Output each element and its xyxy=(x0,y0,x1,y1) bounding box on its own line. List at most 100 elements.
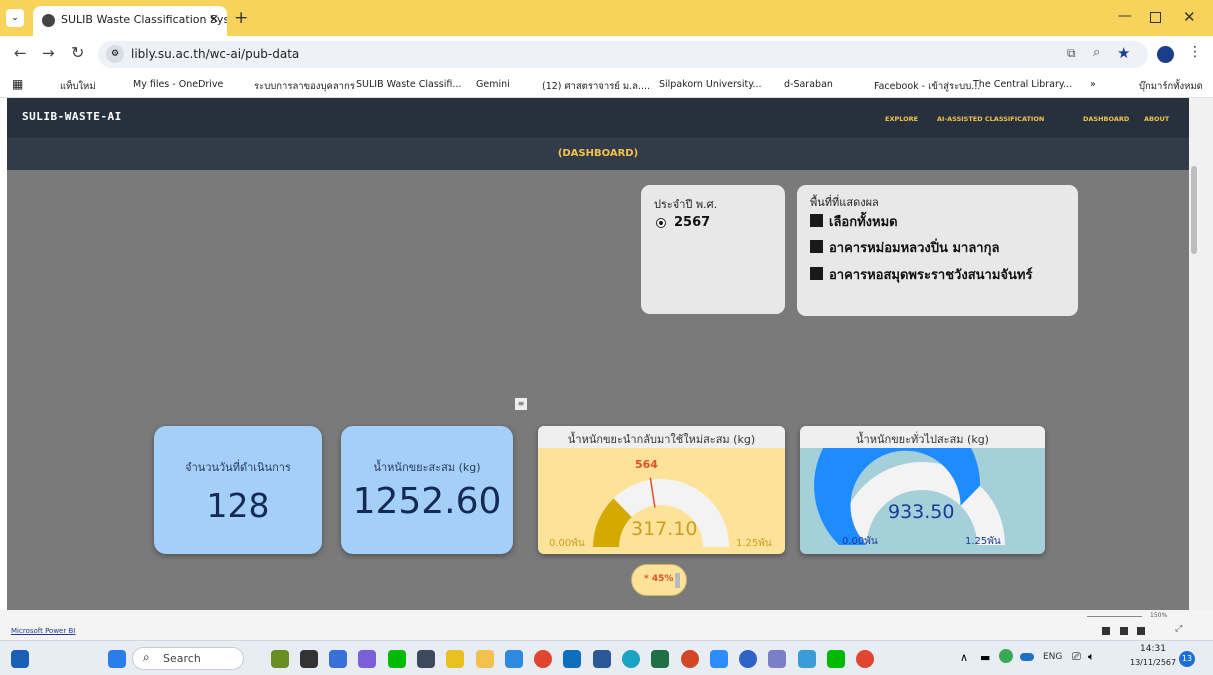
app-icon[interactable] xyxy=(505,650,523,668)
line-app-icon[interactable] xyxy=(827,650,845,668)
fullscreen-icon[interactable]: ⤢ xyxy=(1175,624,1182,634)
area-checkbox[interactable] xyxy=(810,267,823,280)
zoom-icon[interactable]: ⌕ xyxy=(1093,45,1100,60)
tray-icon[interactable]: ▬ xyxy=(980,651,990,664)
bookmark-item[interactable]: Gemini xyxy=(476,79,510,90)
app-icon[interactable] xyxy=(417,650,435,668)
powerpoint-icon[interactable] xyxy=(681,650,699,668)
app-icon[interactable] xyxy=(798,650,816,668)
profile-avatar[interactable] xyxy=(1157,46,1174,63)
browser-tab-bar: ⌄ SULIB Waste Classification Syste ✕ + —… xyxy=(0,0,1213,36)
nav-explore[interactable]: EXPLORE xyxy=(885,115,918,123)
bookmark-item[interactable]: SULIB Waste Classifi... xyxy=(356,79,461,90)
zoom-icon[interactable] xyxy=(710,650,728,668)
year-filter-title: ประจำปี พ.ศ. xyxy=(654,198,718,211)
close-window-button[interactable]: ✕ xyxy=(1183,8,1196,26)
bookmark-item[interactable]: The Central Library... xyxy=(973,79,1072,90)
widgets-icon[interactable] xyxy=(11,650,29,668)
tray-icon[interactable] xyxy=(999,649,1013,663)
apps-grid-icon[interactable]: ▦ xyxy=(12,77,23,91)
tab-close-icon[interactable]: ✕ xyxy=(209,12,219,26)
area-option[interactable]: อาคารหอสมุดพระราชวังสนามจันทร์ xyxy=(829,264,1032,285)
year-option[interactable]: 2567 xyxy=(674,215,710,230)
nav-dashboard[interactable]: DASHBOARD xyxy=(1083,115,1129,123)
percent-pill[interactable]: * 45% xyxy=(631,564,687,596)
zoom-slider[interactable] xyxy=(1087,616,1142,617)
bookmark-item[interactable]: (12) ศาสตราจารย์ ม.ล.... xyxy=(542,79,650,94)
app-icon[interactable] xyxy=(329,650,347,668)
days-kpi-value: 128 xyxy=(206,486,270,525)
bookmark-item[interactable]: Facebook - เข้าสู่ระบบ... xyxy=(874,79,980,94)
notification-badge[interactable]: 13 xyxy=(1179,651,1195,667)
area-checkbox[interactable] xyxy=(810,240,823,253)
app-icon[interactable] xyxy=(563,650,581,668)
app-header: SULIB-WASTE-AI EXPLORE AI-ASSISTED CLASS… xyxy=(7,98,1189,138)
app-icon[interactable] xyxy=(300,650,318,668)
browser-tab[interactable]: SULIB Waste Classification Syste ✕ xyxy=(33,6,227,36)
reload-icon[interactable]: ↻ xyxy=(71,43,84,62)
taskbar-search[interactable]: ⌕ Search xyxy=(132,647,244,670)
year-radio[interactable] xyxy=(656,218,666,228)
onedrive-icon[interactable] xyxy=(1020,653,1034,661)
site-favicon-icon xyxy=(42,14,55,27)
bookmark-item[interactable]: แท็บใหม่ xyxy=(60,79,96,94)
bookmark-item[interactable]: d-Saraban xyxy=(784,79,833,90)
forward-icon[interactable]: → xyxy=(42,44,55,62)
url-text[interactable]: libly.su.ac.th/wc-ai/pub-data xyxy=(131,47,299,61)
start-button-icon[interactable] xyxy=(108,650,126,668)
clock-time[interactable]: 14:31 xyxy=(1140,644,1166,654)
share-linkedin-icon[interactable] xyxy=(1137,627,1145,635)
share-twitter-icon[interactable] xyxy=(1120,627,1128,635)
chrome-active-icon[interactable] xyxy=(856,650,874,668)
tray-chevron-icon[interactable]: ∧ xyxy=(960,651,968,664)
tab-search-button[interactable]: ⌄ xyxy=(6,9,24,27)
area-option[interactable]: อาคารหม่อมหลวงปิ่น มาลากุล xyxy=(829,237,999,258)
page-scrollbar[interactable] xyxy=(1189,98,1213,610)
app-icon[interactable] xyxy=(768,650,786,668)
bookmarks-overflow[interactable]: » xyxy=(1090,79,1096,90)
edge-icon[interactable] xyxy=(622,650,640,668)
powerbi-link[interactable]: Microsoft Power BI xyxy=(11,627,75,635)
tab-title: SULIB Waste Classification Syste xyxy=(61,13,227,26)
filter-toggle-icon[interactable]: ≡ xyxy=(515,398,527,410)
file-explorer-icon[interactable] xyxy=(476,650,494,668)
bookmark-item[interactable]: Silpakorn University... xyxy=(659,79,762,90)
word-icon[interactable] xyxy=(593,650,611,668)
bookmark-item[interactable]: My files - OneDrive xyxy=(133,79,223,90)
clock-date[interactable]: 13/11/2567 xyxy=(1130,658,1176,667)
network-icon[interactable]: ⎚ xyxy=(1072,650,1081,664)
recycle-gauge-target: 564 xyxy=(635,458,658,471)
new-tab-button[interactable]: + xyxy=(234,8,248,28)
chrome-icon[interactable] xyxy=(534,650,552,668)
minimize-button[interactable]: — xyxy=(1118,8,1132,24)
back-icon[interactable]: ← xyxy=(14,44,27,62)
excel-icon[interactable] xyxy=(651,650,669,668)
app-icon[interactable] xyxy=(271,650,289,668)
bookmark-star-icon[interactable]: ★ xyxy=(1117,44,1130,62)
os-taskbar: ⌕ Search ∧ ▬ ENG ⎚ 🔈︎ 14:31 13/11/2567 1… xyxy=(0,640,1213,675)
taskbar-search-label: Search xyxy=(163,652,201,665)
share-facebook-icon[interactable] xyxy=(1102,627,1110,635)
brand-logo[interactable]: SULIB-WASTE-AI xyxy=(22,110,122,123)
site-info-icon[interactable]: ⚙ xyxy=(106,45,124,63)
recycle-gauge-title: น้ำหนักขยะนำกลับมาใช้ใหม่สะสม (kg) xyxy=(567,433,756,446)
total-weight-value: 1252.60 xyxy=(352,481,502,522)
volume-icon[interactable]: 🔈︎ xyxy=(1088,650,1095,664)
line-app-icon[interactable] xyxy=(388,650,406,668)
general-gauge-min: 0.00พัน xyxy=(842,536,878,547)
nav-about[interactable]: ABOUT xyxy=(1144,115,1169,123)
area-option[interactable]: เลือกทั้งหมด xyxy=(829,211,898,232)
translate-icon[interactable]: ⧉ xyxy=(1067,46,1076,61)
address-bar[interactable]: ⚙ libly.su.ac.th/wc-ai/pub-data ⧉ ⌕ ★ xyxy=(98,41,1148,68)
language-indicator[interactable]: ENG xyxy=(1043,652,1062,662)
nav-ai-classification[interactable]: AI-ASSISTED CLASSIFICATION xyxy=(937,115,1044,123)
all-bookmarks[interactable]: บุ๊กมาร์กทั้งหมด xyxy=(1139,79,1203,94)
browser-menu-icon[interactable]: ⋮ xyxy=(1188,44,1202,60)
bookmark-item[interactable]: ระบบการลาของบุคลากร xyxy=(254,79,355,94)
app-icon[interactable] xyxy=(739,650,757,668)
restore-button[interactable] xyxy=(1150,12,1161,23)
app-icon[interactable] xyxy=(446,650,464,668)
general-gauge-title: น้ำหนักขยะทั่วไปสะสม (kg) xyxy=(856,433,989,446)
app-icon[interactable] xyxy=(358,650,376,668)
select-all-checkbox[interactable] xyxy=(810,214,823,227)
